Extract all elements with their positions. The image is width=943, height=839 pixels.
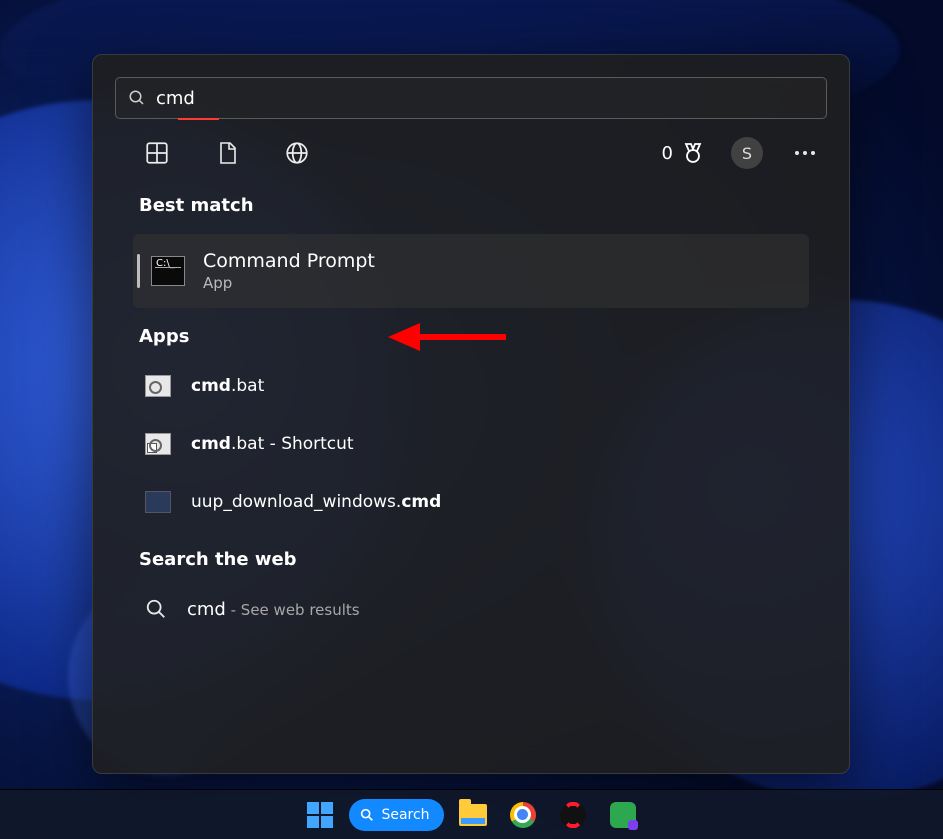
start-button[interactable] [299, 794, 341, 836]
scope-web-icon[interactable] [283, 139, 311, 167]
app-result[interactable]: cmd.bat - Shortcut [139, 415, 803, 473]
web-search-result[interactable]: cmd - See web results [139, 580, 803, 638]
scope-bar: 0 S [115, 119, 827, 177]
taskbar-file-explorer[interactable] [452, 794, 494, 836]
file-explorer-icon [459, 804, 487, 826]
rewards-button[interactable]: 0 [662, 140, 705, 166]
apps-section: Apps [115, 308, 827, 347]
start-search-panel: 0 S Best match C:\_ Command Prompt App A… [92, 54, 850, 774]
more-options-button[interactable] [789, 145, 821, 161]
app-result-label: uup_download_windows.cmd [191, 492, 441, 512]
bat-shortcut-icon [145, 433, 171, 455]
search-box[interactable] [115, 77, 827, 119]
best-match-heading: Best match [139, 195, 803, 216]
scope-apps-icon[interactable] [143, 139, 171, 167]
rewards-medal-icon [681, 140, 705, 166]
web-section: Search the web [115, 531, 827, 570]
web-heading: Search the web [139, 549, 803, 570]
app-result[interactable]: cmd.bat [139, 357, 803, 415]
taskbar-app-green[interactable] [602, 794, 644, 836]
scope-documents-icon[interactable] [213, 139, 241, 167]
web-result-label: cmd - See web results [187, 599, 360, 620]
search-icon [145, 598, 167, 620]
app-result-label: cmd.bat [191, 376, 264, 396]
taskbar: Search [0, 789, 943, 839]
app-result-label: cmd.bat - Shortcut [191, 434, 354, 454]
best-match-result[interactable]: C:\_ Command Prompt App [133, 234, 809, 308]
opera-icon [560, 802, 586, 828]
best-match-subtitle: App [203, 274, 375, 292]
windows-logo-icon [307, 802, 333, 828]
best-match-title: Command Prompt [203, 250, 375, 272]
search-input[interactable] [156, 88, 814, 109]
bat-file-icon [145, 375, 171, 397]
search-icon [359, 807, 375, 823]
green-app-icon [610, 802, 636, 828]
taskbar-opera[interactable] [552, 794, 594, 836]
taskbar-search-button[interactable]: Search [349, 799, 443, 831]
cmd-file-icon [145, 491, 171, 513]
spellcheck-underline [178, 118, 219, 120]
rewards-count: 0 [662, 143, 673, 164]
command-prompt-icon: C:\_ [151, 256, 185, 286]
search-icon [128, 89, 146, 107]
best-match-section: Best match [115, 177, 827, 216]
taskbar-search-label: Search [381, 807, 429, 823]
apps-heading: Apps [139, 326, 803, 347]
app-result[interactable]: uup_download_windows.cmd [139, 473, 803, 531]
chrome-icon [510, 802, 536, 828]
account-avatar[interactable]: S [731, 137, 763, 169]
taskbar-chrome[interactable] [502, 794, 544, 836]
